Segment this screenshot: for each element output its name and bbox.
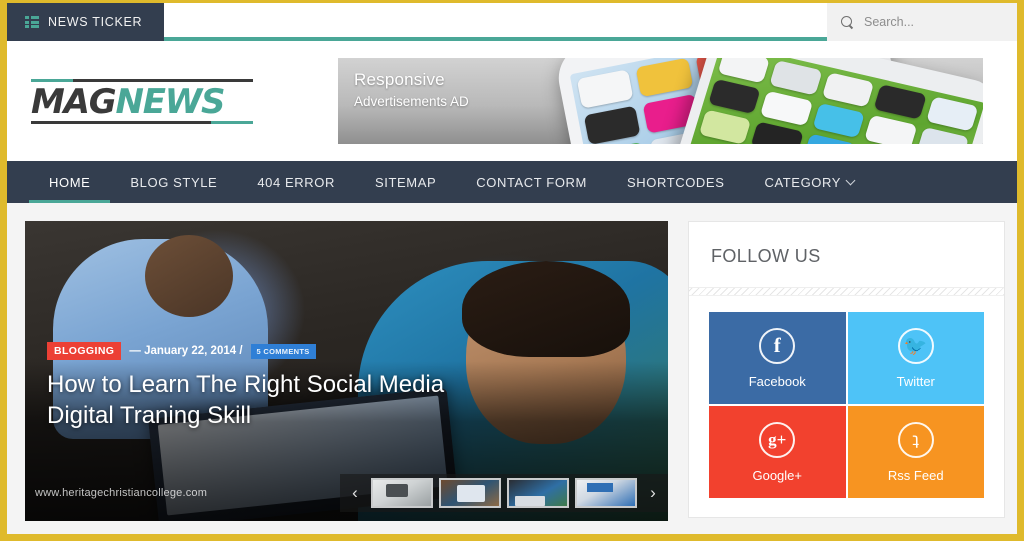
nav-label-contact-form: CONTACT FORM xyxy=(476,174,587,190)
social-link-googleplus[interactable]: g+ Google+ xyxy=(709,406,846,498)
sidebar: FOLLOW US f Facebook 🐦 Twitter g+ Google… xyxy=(688,221,1005,518)
social-label-twitter: Twitter xyxy=(896,373,935,389)
site-logo[interactable]: MAGNEWS xyxy=(31,78,253,124)
social-link-facebook[interactable]: f Facebook xyxy=(709,312,846,404)
featured-slider[interactable]: BLOGGING — January 22, 2014 / 5 COMMENTS… xyxy=(25,221,668,521)
nav-label-shortcodes: SHORTCODES xyxy=(626,174,725,190)
social-label-rss: Rss Feed xyxy=(887,467,944,483)
featured-post-title[interactable]: How to Learn The Right Social Media Digi… xyxy=(47,369,477,431)
thumbnail-3[interactable] xyxy=(507,478,569,508)
nav-label-home: HOME xyxy=(49,174,91,190)
social-label-facebook: Facebook xyxy=(748,373,806,389)
image-watermark: www.heritagechristiancollege.com xyxy=(35,487,208,499)
rss-icon: ʇ xyxy=(897,421,934,458)
googleplus-icon: g+ xyxy=(759,421,796,458)
phone-mockup-2 xyxy=(669,58,983,144)
search-input[interactable] xyxy=(864,15,1003,29)
facebook-icon: f xyxy=(759,327,796,364)
thumbnail-1[interactable] xyxy=(371,478,433,508)
nav-item-contact-form[interactable]: CONTACT FORM xyxy=(456,161,607,203)
nav-label-category: CATEGORY xyxy=(764,174,842,190)
post-date: — January 22, 2014 / xyxy=(129,345,243,357)
nav-item-shortcodes[interactable]: SHORTCODES xyxy=(607,161,745,203)
logo-mag-text: MAG xyxy=(31,81,117,122)
slider-next-button[interactable]: › xyxy=(640,474,666,512)
foreground-person-hair xyxy=(462,261,630,357)
nav-item-home[interactable]: HOME xyxy=(29,161,111,203)
ad-headline: Responsive xyxy=(354,70,445,89)
logo-rule-bottom xyxy=(31,120,253,124)
phone-2-screen xyxy=(683,58,983,144)
ad-subheadline: Advertisements AD xyxy=(354,94,469,109)
social-link-twitter[interactable]: 🐦 Twitter xyxy=(847,312,984,404)
site-header: MAGNEWS Responsive Advertisements AD xyxy=(7,41,1017,161)
nav-label-blog-style: BLOG STYLE xyxy=(130,174,218,190)
social-link-rss[interactable]: ʇ Rss Feed xyxy=(847,406,984,498)
news-ticker-button[interactable]: NEWS TICKER xyxy=(7,3,165,41)
slider-prev-button[interactable]: ‹ xyxy=(342,474,368,512)
social-label-googleplus: Google+ xyxy=(752,467,802,483)
top-bar-spacer xyxy=(164,3,827,37)
search-icon[interactable] xyxy=(841,15,854,29)
top-bar: NEWS TICKER xyxy=(7,3,1017,41)
content-area: BLOGGING — January 22, 2014 / 5 COMMENTS… xyxy=(7,203,1017,533)
news-ticker-label: NEWS TICKER xyxy=(48,15,143,29)
logo-wordmark: MAGNEWS xyxy=(31,82,253,121)
thumbnail-2[interactable] xyxy=(439,478,501,508)
logo-news-text: NEWS xyxy=(115,81,225,122)
thumbnail-4[interactable] xyxy=(575,478,637,508)
ad-text-block: Responsive Advertisements AD xyxy=(354,70,469,109)
post-meta: BLOGGING — January 22, 2014 / 5 COMMENTS xyxy=(47,342,316,360)
nav-item-category[interactable]: CATEGORY xyxy=(744,161,874,203)
nav-item-404-error[interactable]: 404 ERROR xyxy=(237,161,355,203)
background-person-head xyxy=(145,235,233,317)
nav-label-404-error: 404 ERROR xyxy=(257,174,335,190)
comments-badge[interactable]: 5 COMMENTS xyxy=(250,343,316,359)
nav-item-sitemap[interactable]: SITEMAP xyxy=(355,161,456,203)
widget-divider xyxy=(689,287,1004,296)
search-box[interactable] xyxy=(827,3,1017,41)
logo-rule-top xyxy=(31,78,253,82)
social-links-grid: f Facebook 🐦 Twitter g+ Google+ ʇ Rss Fe… xyxy=(689,296,1004,520)
chevron-down-icon xyxy=(845,175,856,186)
follow-us-title: FOLLOW US xyxy=(711,246,821,266)
nav-label-sitemap: SITEMAP xyxy=(374,174,437,190)
advertisement-banner[interactable]: Responsive Advertisements AD xyxy=(338,58,983,144)
main-navigation: HOME BLOG STYLE 404 ERROR SITEMAP CONTAC… xyxy=(7,161,1017,203)
nav-item-blog-style[interactable]: BLOG STYLE xyxy=(110,161,237,203)
twitter-icon: 🐦 xyxy=(897,327,934,364)
page-frame: NEWS TICKER MAGNEWS xyxy=(0,0,1024,541)
grid-list-icon xyxy=(25,16,39,28)
thumbnail-strip: ‹ › xyxy=(340,474,668,512)
category-badge[interactable]: BLOGGING xyxy=(47,342,122,360)
